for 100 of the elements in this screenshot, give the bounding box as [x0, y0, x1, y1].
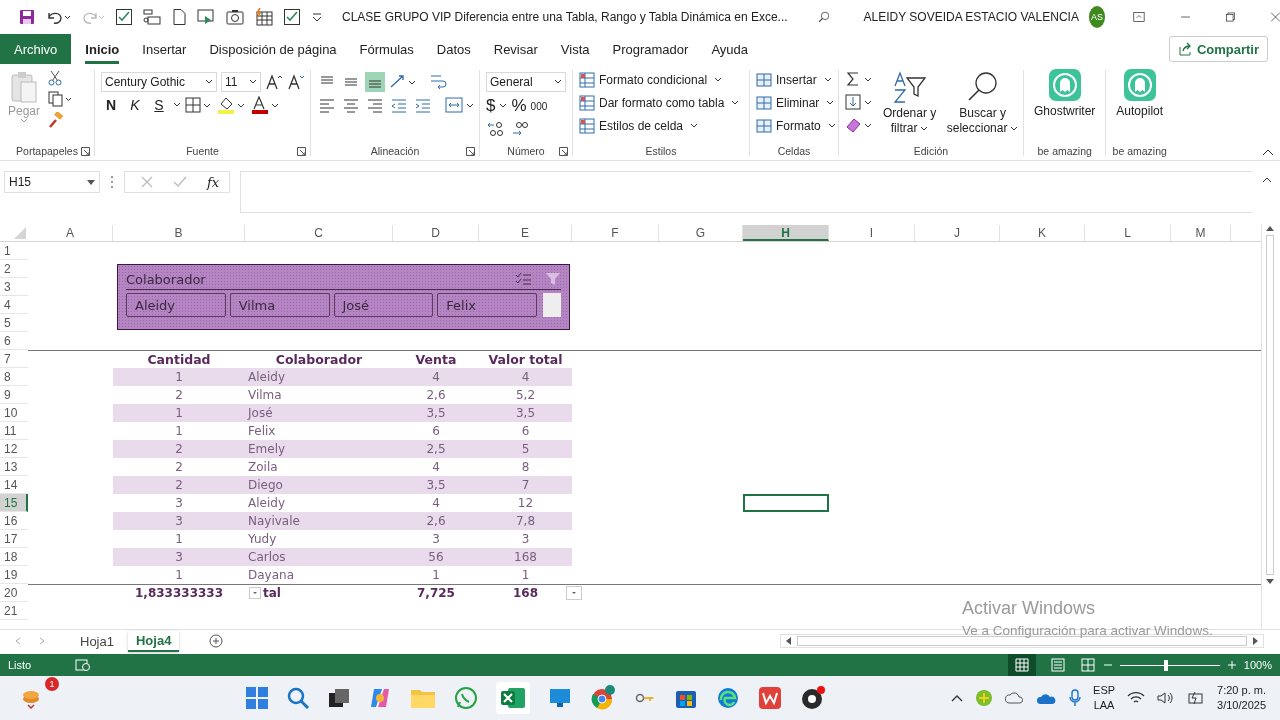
- column-header[interactable]: L: [1085, 225, 1171, 241]
- cut-icon[interactable]: [48, 70, 63, 86]
- row-header[interactable]: 7: [0, 350, 28, 368]
- speaker-icon[interactable]: [1157, 691, 1176, 705]
- ribbon-tab[interactable]: Fórmulas: [359, 34, 414, 64]
- chat-bubble-icon[interactable]: [454, 686, 478, 710]
- ribbon-tab[interactable]: Vista: [560, 34, 590, 64]
- borders-icon[interactable]: [185, 97, 213, 113]
- row-header[interactable]: 13: [0, 458, 28, 476]
- table-style-icon[interactable]: [579, 95, 595, 111]
- dropdown-caret-icon[interactable]: [1010, 126, 1019, 132]
- dropdown-caret-icon[interactable]: [731, 100, 740, 106]
- monitor-icon[interactable]: [548, 686, 572, 710]
- row-header[interactable]: 4: [0, 296, 28, 314]
- cells-grid-icon[interactable]: [756, 118, 772, 134]
- table-flash-icon[interactable]: [254, 8, 274, 26]
- copy-icon[interactable]: [48, 91, 73, 107]
- name-box[interactable]: H15: [4, 171, 100, 193]
- row-header[interactable]: 19: [0, 566, 28, 584]
- column-header[interactable]: D: [393, 225, 479, 241]
- ribbon-display-icon[interactable]: [1133, 10, 1146, 24]
- dropdown-caret-icon[interactable]: [714, 77, 723, 83]
- office-app-icon[interactable]: [758, 686, 782, 710]
- row-header[interactable]: 3: [0, 278, 28, 296]
- add-in-button[interactable]: Autopilot: [1116, 68, 1164, 119]
- accessibility-icon[interactable]: [75, 659, 92, 671]
- dropdown-caret-icon[interactable]: [823, 77, 832, 83]
- cells-menu-button[interactable]: Eliminar: [756, 93, 835, 113]
- font-size-field[interactable]: 11: [221, 72, 261, 92]
- zoom-in-icon[interactable]: [1227, 661, 1236, 669]
- clock-time[interactable]: 7:20 p. m.: [1217, 683, 1266, 698]
- row-header[interactable]: 1: [0, 242, 28, 260]
- column-header[interactable]: M: [1171, 225, 1231, 241]
- slicer-item[interactable]: Vilma: [229, 293, 330, 317]
- column-header[interactable]: A: [28, 225, 113, 241]
- row-header[interactable]: 21: [0, 602, 28, 620]
- ribbon-tab[interactable]: Datos: [436, 34, 471, 64]
- page-break-icon[interactable]: [1079, 658, 1096, 672]
- dropdown-caret-icon[interactable]: [499, 103, 508, 109]
- multi-select-icon[interactable]: [515, 272, 531, 286]
- dropdown-caret-icon[interactable]: [690, 123, 699, 129]
- dropdown-caret-icon[interactable]: [827, 123, 836, 129]
- dialog-launcher-icon[interactable]: [466, 146, 475, 156]
- scroll-right-icon[interactable]: [1253, 637, 1259, 645]
- row-header[interactable]: 15: [0, 494, 28, 512]
- sheet-tab[interactable]: Hoja1: [72, 631, 122, 651]
- form-icon[interactable]: [142, 8, 162, 26]
- table-style-icon[interactable]: [579, 72, 595, 88]
- eraser-icon[interactable]: [845, 116, 873, 134]
- microphone-icon[interactable]: [1069, 689, 1082, 707]
- format-painter-icon[interactable]: [48, 112, 65, 128]
- slicer-item[interactable]: José: [333, 293, 434, 317]
- row-header[interactable]: 6: [0, 332, 28, 350]
- column-header[interactable]: H: [743, 225, 829, 241]
- more-options-icon[interactable]: [110, 175, 114, 189]
- style-menu-button[interactable]: Formato condicional: [579, 70, 723, 90]
- share-icon[interactable]: [1177, 42, 1192, 56]
- collapse-ribbon-icon[interactable]: [1262, 148, 1274, 156]
- formula-input[interactable]: [240, 171, 1252, 213]
- cells-grid-icon[interactable]: [756, 72, 772, 88]
- dialog-launcher-icon[interactable]: [559, 146, 568, 156]
- scroll-left-icon[interactable]: [785, 637, 791, 645]
- slicer-scrollbar[interactable]: [543, 293, 561, 317]
- task-view-icon[interactable]: [328, 687, 350, 709]
- ribbon-tab[interactable]: Inicio: [85, 34, 120, 64]
- row-header[interactable]: 18: [0, 548, 28, 566]
- dialog-launcher-icon[interactable]: [297, 146, 306, 156]
- align-left-icon[interactable]: [317, 96, 337, 114]
- column-header[interactable]: J: [915, 225, 1000, 241]
- dropdown-caret-icon[interactable]: [554, 79, 562, 85]
- expand-icon[interactable]: [1262, 177, 1272, 183]
- cloud-sync-icon[interactable]: [1005, 690, 1026, 706]
- column-header[interactable]: E: [479, 225, 572, 241]
- row-header[interactable]: 20: [0, 584, 28, 602]
- sheet-tab[interactable]: Hoja4: [127, 630, 180, 652]
- insert-function-button[interactable]: fx: [207, 174, 220, 190]
- font-name-field[interactable]: Century Gothic: [101, 72, 217, 92]
- camera-icon[interactable]: [225, 8, 245, 26]
- row-header[interactable]: 9: [0, 386, 28, 404]
- italic-button[interactable]: K: [125, 97, 145, 113]
- row-header[interactable]: 2: [0, 260, 28, 278]
- ribbon-tab[interactable]: Programador: [612, 34, 689, 64]
- clock-date[interactable]: 3/10/2025: [1217, 698, 1266, 713]
- user-avatar[interactable]: AS: [1088, 6, 1106, 28]
- checkbox-icon[interactable]: [283, 8, 301, 26]
- scroll-up-icon[interactable]: [1266, 225, 1274, 231]
- input-language[interactable]: ESP: [1093, 683, 1116, 698]
- autosum-icon[interactable]: [845, 70, 873, 88]
- checkbox-icon[interactable]: [115, 8, 133, 26]
- cells-grid-icon[interactable]: [756, 95, 772, 111]
- bold-button[interactable]: N: [101, 97, 121, 113]
- thousands-button[interactable]: 000: [530, 100, 548, 112]
- slicer-item[interactable]: Felix: [437, 293, 538, 317]
- row-header[interactable]: 16: [0, 512, 28, 530]
- percent-button[interactable]: %: [511, 96, 527, 116]
- dialog-launcher-icon[interactable]: [81, 146, 90, 156]
- column-header[interactable]: F: [572, 225, 659, 241]
- recorder-icon[interactable]: [800, 685, 826, 711]
- row-header[interactable]: 5: [0, 314, 28, 332]
- cloud-icon[interactable]: [1037, 691, 1058, 705]
